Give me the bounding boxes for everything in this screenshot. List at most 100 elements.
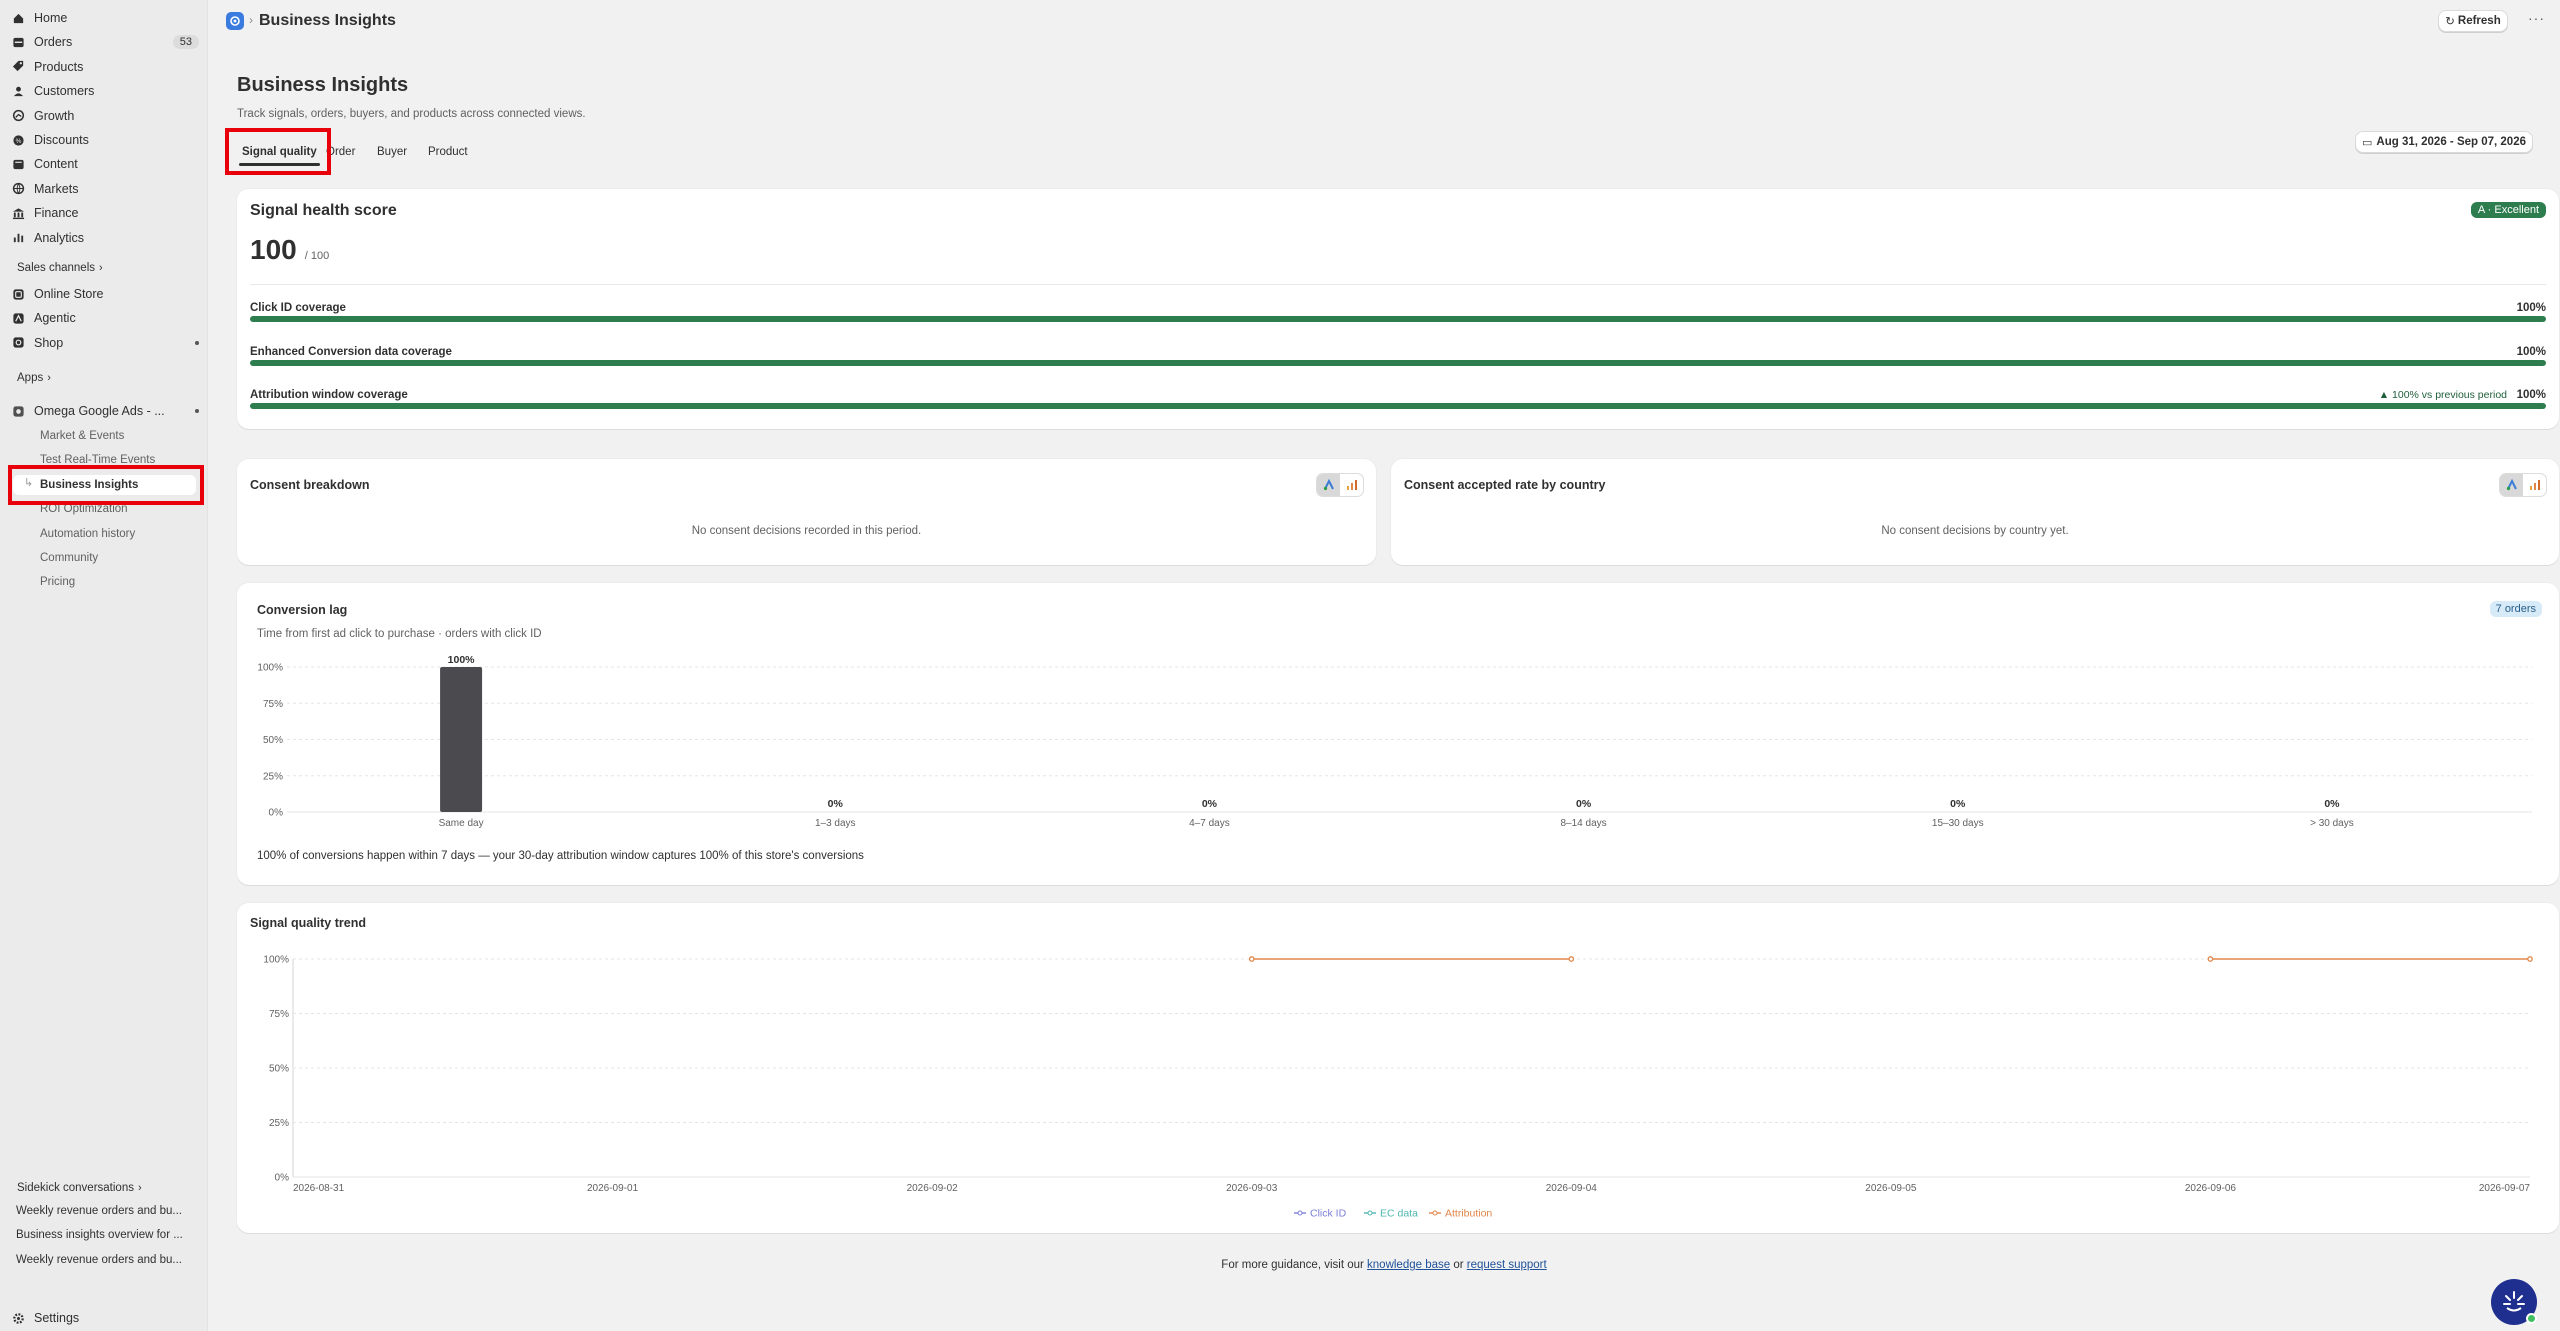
sidebar-item-home[interactable]: Home — [10, 6, 199, 30]
legend-marker — [1297, 1210, 1303, 1216]
page-subtitle: Track signals, orders, buyers, and produ… — [237, 108, 586, 120]
coverage-progress-fill — [250, 359, 2546, 366]
help-footer: For more guidance, visit our knowledge b… — [208, 1259, 2560, 1271]
sidebar-item-finance[interactable]: Finance — [10, 201, 199, 225]
signal-trend-card: Signal quality trend 0% 25% 50% 75% 100% 2026… — [237, 903, 2559, 1233]
series-point[interactable] — [1248, 956, 1255, 962]
signal-health-title: Signal health score — [250, 202, 397, 219]
conversion-lag-card: Conversion lag Time from first ad click … — [237, 583, 2559, 885]
google-ads-icon[interactable] — [2500, 474, 2523, 496]
sales-channels-label: Sales channels — [17, 262, 95, 274]
globe-icon — [10, 181, 26, 197]
sidebar-subitem-pricing[interactable]: Pricing — [40, 572, 75, 592]
online-status-dot — [2526, 1313, 2537, 1324]
sidekick-header[interactable]: Sidekick conversations › — [17, 1182, 142, 1194]
sidebar-item-settings[interactable]: Settings — [10, 1306, 199, 1330]
refresh-button[interactable]: ↻ Refresh — [2438, 10, 2508, 32]
sidebar-subitem-label: Pricing — [40, 576, 76, 589]
tab-product[interactable]: Product — [423, 138, 473, 166]
sidebar-item-online-store[interactable]: Online Store — [10, 282, 199, 306]
sidebar-item-content[interactable]: Content — [10, 152, 199, 176]
health-score-value: 100 — [250, 234, 297, 265]
x-tick-label: > 30 days — [2310, 818, 2354, 829]
app-icon — [10, 403, 26, 419]
sidebar-item-label: Content — [34, 157, 78, 172]
consent-view-toggle[interactable] — [1316, 473, 1364, 497]
divider — [250, 284, 2546, 285]
sidebar-item-customers[interactable]: Customers — [10, 79, 199, 103]
bar-value-label: 0% — [2324, 798, 2340, 810]
chevron-right-icon: › — [137, 1182, 142, 1194]
coverage-delta: ▲ 100% vs previous period — [2378, 389, 2507, 401]
consent-country-view-toggle[interactable] — [2499, 473, 2547, 497]
sidebar-item-label: Growth — [34, 108, 75, 123]
pin-dot-icon — [195, 340, 199, 345]
tab-label: Product — [428, 146, 468, 158]
bar-value-label: 0% — [1202, 798, 1218, 810]
tab-buyer[interactable]: Buyer — [372, 138, 412, 166]
sidekick-conversation-item[interactable]: Weekly revenue orders and bu... — [16, 1254, 201, 1266]
request-support-link[interactable]: request support — [1467, 1259, 1547, 1271]
y-tick-label: 50% — [263, 735, 283, 746]
series-point[interactable] — [2527, 956, 2533, 962]
sidebar-item-discounts[interactable]: % Discounts — [10, 128, 199, 152]
bar-chart-icon[interactable] — [2523, 474, 2546, 496]
google-ads-icon[interactable] — [1317, 474, 1340, 496]
help-footer-or: or — [1450, 1259, 1467, 1271]
knowledge-base-link[interactable]: knowledge base — [1367, 1259, 1450, 1271]
series-point[interactable] — [2207, 956, 2214, 962]
apps-header[interactable]: Apps › — [17, 372, 51, 384]
sidebar-subitem-label: Market & Events — [40, 430, 125, 442]
legend-item[interactable]: EC data — [1364, 1208, 1418, 1220]
bar-value-label: 100% — [448, 654, 476, 666]
person-icon — [10, 83, 26, 99]
legend-label: Click ID — [1310, 1208, 1347, 1220]
sidebar-subitem-community[interactable]: Community — [40, 548, 98, 568]
sidebar-item-shop[interactable]: Shop — [10, 331, 199, 355]
sidebar-item-growth[interactable]: Growth — [10, 104, 199, 128]
sidebar-item-label: Products — [34, 59, 84, 74]
chevron-right-icon: › — [99, 262, 103, 274]
chevron-right-icon: › — [47, 372, 51, 384]
apps-label: Apps — [17, 372, 44, 384]
signal-quality-trend-chart: 0% 25% 50% 75% 100% 2026-08-31 2026-09-01 2026-… — [263, 955, 2533, 1220]
legend-item[interactable]: Attribution — [1429, 1208, 1492, 1220]
legend-item[interactable]: Click ID — [1294, 1208, 1347, 1220]
lag-bar[interactable] — [440, 667, 483, 812]
sidebar-item-products[interactable]: Products — [10, 55, 199, 79]
sidebar-item-agentic[interactable]: Agentic — [10, 306, 199, 330]
date-range-button[interactable]: ▭ Aug 31, 2026 - Sep 07, 2026 — [2355, 131, 2533, 153]
sidebar-item-analytics[interactable]: Analytics — [10, 226, 199, 250]
coverage-metric-value: 100% — [2516, 345, 2546, 358]
sparkle-icon — [2503, 1291, 2525, 1312]
sidebar-item-label: Agentic — [34, 311, 76, 326]
sidekick-conversation-item[interactable]: Business insights overview for ... — [16, 1229, 201, 1241]
health-score: 100 / 100 — [250, 234, 329, 266]
sidebar-item-label: Discounts — [34, 133, 89, 147]
sidebar-item-orders[interactable]: Orders 53 — [10, 30, 199, 54]
bar-chart-icon[interactable] — [1340, 474, 1363, 496]
series-point[interactable] — [1568, 956, 1575, 962]
page-title: Business Insights — [237, 74, 409, 96]
y-tick-label: 100% — [263, 955, 289, 966]
sidebar-subitem-automation-history[interactable]: Automation history — [40, 524, 135, 544]
x-tick-label: 2026-09-01 — [587, 1183, 639, 1194]
app-logo-icon[interactable] — [226, 12, 244, 30]
consent-country-empty-text: No consent decisions by country yet. — [1881, 525, 2069, 537]
main-area: › Business Insights ↻ Refresh ··· Busines… — [208, 0, 2560, 1331]
sidebar-item-markets[interactable]: Markets — [10, 177, 199, 201]
sidebar-subitem-market-events[interactable]: Market & Events — [40, 426, 124, 446]
y-tick-label: 75% — [269, 1009, 289, 1020]
chat-assistant-button[interactable] — [2491, 1279, 2537, 1325]
growth-icon — [10, 108, 26, 124]
more-actions-button[interactable]: ··· — [2528, 10, 2545, 26]
sidebar-subitem-label: Community — [40, 552, 99, 564]
coverage-progress-fill — [250, 403, 2546, 409]
y-tick-label: 0% — [275, 1173, 290, 1184]
sidebar-item-omega-google-ads[interactable]: Omega Google Ads - ... — [10, 399, 199, 423]
sales-channels-header[interactable]: Sales channels › — [17, 262, 103, 274]
highlight-sidebar-box — [8, 465, 204, 505]
analytics-icon — [10, 230, 26, 246]
sidekick-conversation-item[interactable]: Weekly revenue orders and bu... — [16, 1205, 201, 1217]
x-tick-label: 2026-09-02 — [907, 1183, 959, 1194]
